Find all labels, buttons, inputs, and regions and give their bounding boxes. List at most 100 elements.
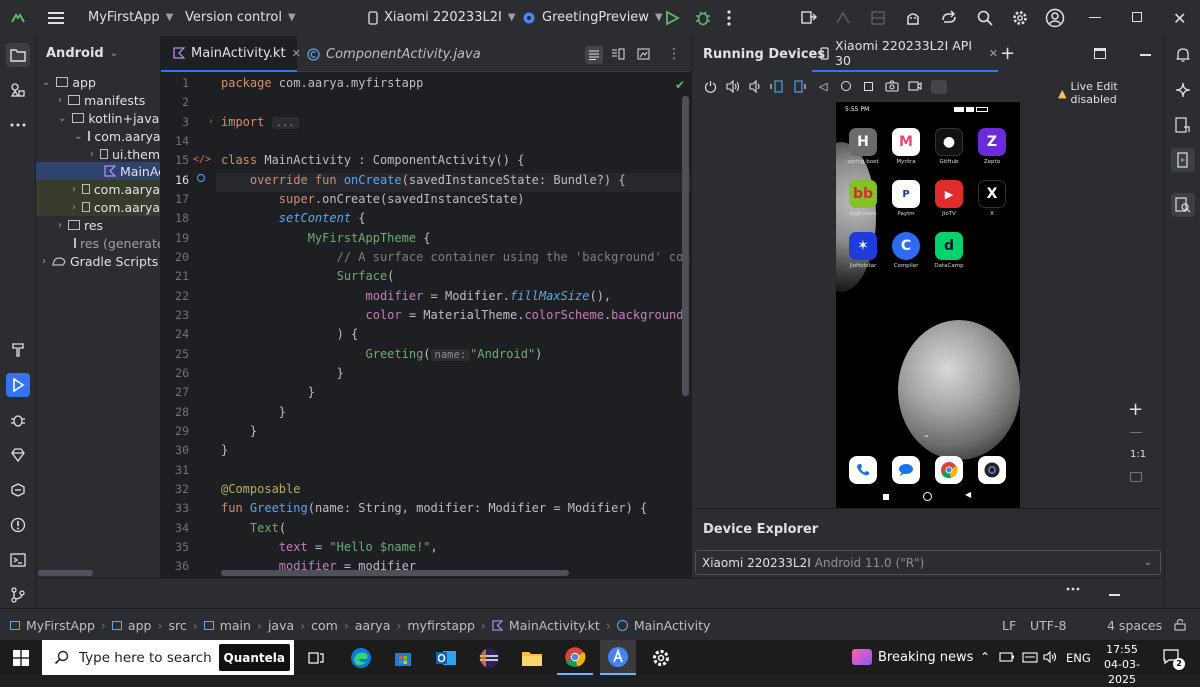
restore-button[interactable]: [1132, 12, 1142, 22]
close-tab-icon[interactable]: ✕: [292, 47, 301, 60]
app-icon-bigbasket[interactable]: bb bigbasket: [843, 180, 883, 217]
running-devices-tool-icon[interactable]: [1171, 148, 1195, 172]
debug-tool-icon[interactable]: [6, 408, 30, 432]
live-edit-status[interactable]: ▲ Live Edit disabled: [1058, 80, 1164, 106]
code-line[interactable]: Text(: [221, 521, 286, 535]
device-manager-icon[interactable]: [904, 9, 922, 27]
terminal-icon[interactable]: [6, 548, 30, 572]
line-separator-status[interactable]: LF: [1002, 618, 1016, 633]
encoding-status[interactable]: UTF-8: [1030, 618, 1066, 633]
more-actions-icon[interactable]: [726, 9, 732, 27]
app-icon-jiotv[interactable]: ▶ JioTV: [929, 180, 969, 217]
gemini-icon[interactable]: [1171, 78, 1195, 102]
breadcrumb-item[interactable]: app: [128, 618, 152, 633]
file-explorer-icon[interactable]: [514, 640, 550, 675]
dock-phone-icon[interactable]: [849, 456, 877, 484]
rotate-right-icon[interactable]: [793, 80, 807, 93]
breadcrumb-item[interactable]: MyFirstApp: [26, 618, 95, 633]
indent-status[interactable]: 4 spaces: [1107, 618, 1162, 633]
resource-manager-icon[interactable]: [6, 78, 30, 102]
taskbar-wifi-icon[interactable]: [1022, 651, 1038, 663]
tree-item-app[interactable]: ⌄ app: [36, 73, 160, 91]
window-options-icon[interactable]: [1094, 48, 1106, 59]
news-widget[interactable]: Breaking news: [852, 649, 973, 665]
app-icon-github[interactable]: ● GitHub: [929, 128, 969, 165]
close-button[interactable]: ✕: [1173, 9, 1186, 28]
device-explorer-tool-icon[interactable]: [1171, 193, 1195, 217]
chrome-taskbar-icon[interactable]: [557, 640, 593, 675]
readonly-lock-icon[interactable]: [1174, 618, 1186, 631]
search-icon[interactable]: [976, 9, 994, 27]
tree-item-package-androidtest[interactable]: › com.aarya: [36, 180, 160, 198]
code-line[interactable]: import ...: [221, 115, 299, 129]
dock-camera-icon[interactable]: [978, 456, 1006, 484]
breadcrumb-item[interactable]: MainActivity.kt: [509, 618, 600, 633]
app-icon-compiler[interactable]: C Compiler: [886, 232, 926, 269]
apply-changes-icon[interactable]: [800, 9, 818, 27]
tree-item-package[interactable]: ⌄ com.aarya: [36, 127, 160, 145]
run-tool-icon[interactable]: [6, 373, 30, 397]
code-line[interactable]: text = "Hello $name!",: [221, 540, 438, 554]
code-line[interactable]: }: [221, 443, 228, 457]
app-icon-zepto[interactable]: Z Zepto: [972, 128, 1012, 165]
nav-recents-icon[interactable]: [883, 494, 889, 500]
project-selector[interactable]: MyFirstApp ▼: [88, 10, 173, 25]
split-view-icon[interactable]: [611, 48, 625, 60]
code-line[interactable]: Surface(: [221, 269, 395, 283]
zoom-in-button[interactable]: +: [1128, 399, 1143, 420]
nav-back-icon[interactable]: ◀: [965, 490, 971, 499]
more-tools-icon[interactable]: [6, 113, 30, 137]
code-line[interactable]: package com.aarya.myfirstapp: [221, 76, 423, 90]
volume-up-icon[interactable]: [726, 80, 740, 93]
app-icon-myntra[interactable]: M Myntra: [886, 128, 926, 165]
tree-item-res[interactable]: › res: [36, 216, 160, 234]
tree-item-package-test[interactable]: › com.aarya: [36, 198, 160, 216]
fold-arrow-icon[interactable]: ›: [209, 116, 213, 127]
device-selector[interactable]: Xiaomi 220233L2I ▼: [368, 10, 516, 25]
device-manager-tool-icon[interactable]: [1171, 113, 1195, 137]
tree-item-manifests[interactable]: › manifests: [36, 91, 160, 109]
code-line[interactable]: @Composable: [221, 482, 300, 496]
app-icon-datacamp[interactable]: d DataCamp: [929, 232, 969, 269]
run-config-selector[interactable]: GreetingPreview ▼: [522, 10, 663, 25]
close-tab-icon[interactable]: ✕: [989, 47, 998, 60]
code-line[interactable]: fun Greeting(name: String, modifier: Mod…: [221, 501, 647, 515]
gear-icon[interactable]: [1011, 9, 1029, 27]
app-icon-paytm[interactable]: P Paytm: [886, 180, 926, 217]
code-line[interactable]: color = MaterialTheme.colorScheme.backgr…: [221, 308, 684, 322]
breadcrumb-item[interactable]: aarya: [355, 618, 391, 633]
power-icon[interactable]: [704, 80, 717, 93]
taskbar-volume-icon[interactable]: [1043, 651, 1059, 663]
outlook-icon[interactable]: [428, 640, 464, 675]
code-line[interactable]: super.onCreate(savedInstanceState): [221, 192, 525, 206]
code-line[interactable]: }: [221, 366, 344, 380]
tree-item-kotlin-java[interactable]: ⌄ kotlin+java: [36, 109, 160, 127]
more-options-icon[interactable]: [1066, 587, 1080, 591]
code-line[interactable]: }: [221, 405, 286, 419]
breadcrumb-item[interactable]: myfirstapp: [407, 618, 475, 633]
screen-record-icon[interactable]: [908, 80, 922, 92]
hide-bottom-panel-icon[interactable]: [1109, 594, 1120, 596]
account-icon[interactable]: [1045, 8, 1065, 28]
rotate-left-icon[interactable]: [770, 80, 784, 93]
tree-item-gradle-scripts[interactable]: › Gradle Scripts: [36, 252, 160, 270]
zoom-fit-button[interactable]: [1130, 472, 1142, 482]
build-tool-icon[interactable]: [6, 338, 30, 362]
zoom-actual-size-button[interactable]: 1:1: [1130, 449, 1146, 460]
breadcrumb-item[interactable]: com: [311, 618, 338, 633]
zoom-out-button[interactable]: [1130, 432, 1142, 433]
overview-icon[interactable]: [864, 82, 873, 91]
add-device-icon[interactable]: +: [1000, 43, 1015, 64]
microsoft-store-icon[interactable]: [385, 640, 421, 675]
code-line[interactable]: modifier = Modifier.fillMaxSize(),: [221, 289, 612, 303]
app-inspection-icon[interactable]: [6, 478, 30, 502]
taskbar-search-box[interactable]: Type here to search Quantela: [42, 640, 294, 675]
run-icon[interactable]: [664, 10, 680, 26]
app-icon-springboot[interactable]: H spring boot: [843, 128, 883, 165]
language-indicator[interactable]: ENG: [1066, 651, 1091, 665]
app-icon-jiohotstar[interactable]: ✶ JioHotstar: [843, 232, 883, 269]
hide-panel-icon[interactable]: [1140, 54, 1151, 56]
show-hidden-icons[interactable]: ⌃: [980, 650, 990, 664]
horizontal-scrollbar[interactable]: [221, 570, 569, 576]
code-line[interactable]: }: [221, 385, 315, 399]
